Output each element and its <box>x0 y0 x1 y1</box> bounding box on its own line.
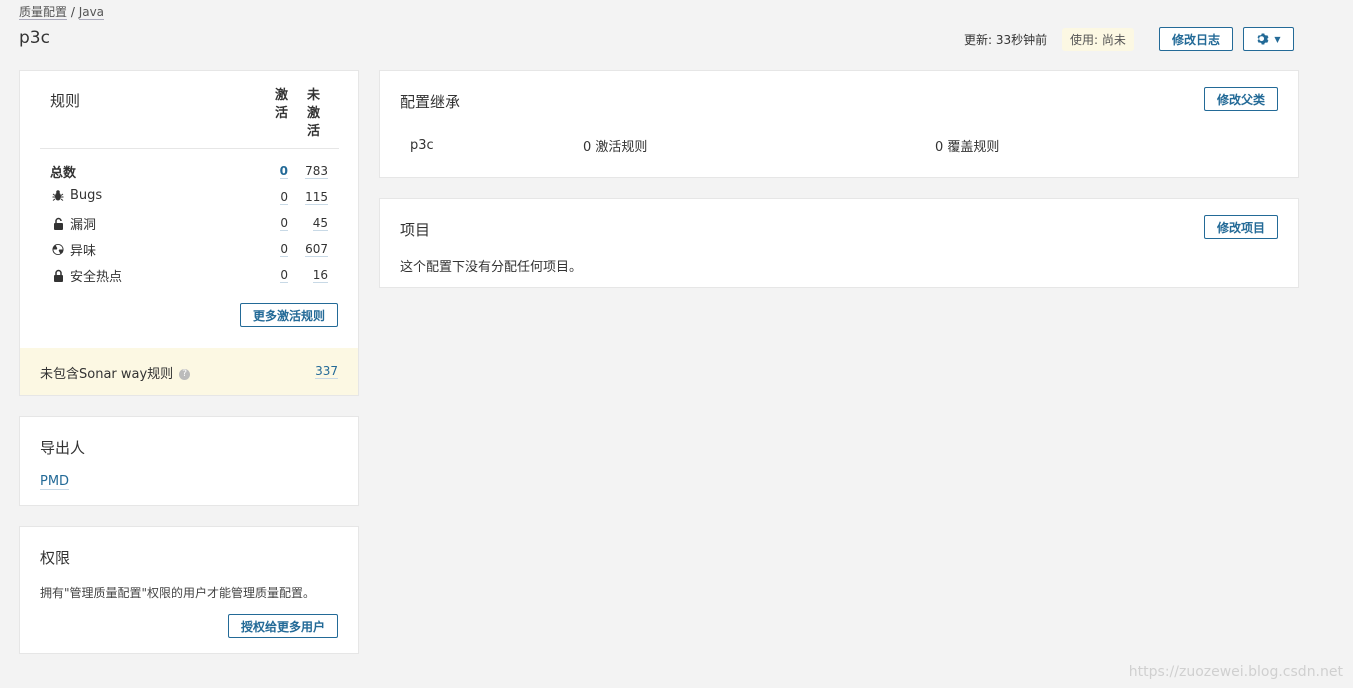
inheritance-profile-name: p3c <box>410 138 434 153</box>
column-header-inactive: 未 激 活 <box>307 88 321 139</box>
help-icon[interactable]: ? <box>179 369 191 380</box>
changelog-button[interactable]: 修改日志 <box>1159 27 1233 51</box>
change-projects-button[interactable]: 修改项目 <box>1204 215 1278 239</box>
breadcrumb: 质量配置 / Java <box>19 3 105 20</box>
inheritance-overriding-rules: 0 覆盖规则 <box>935 140 1000 155</box>
lock-icon <box>52 217 64 231</box>
breadcrumb-separator: / <box>67 5 79 19</box>
activate-more-rules-button[interactable]: 更多激活规则 <box>240 303 338 327</box>
rules-row-code-smells: 异味 <box>52 240 96 259</box>
exporters-card: 导出人 PMD <box>19 416 359 506</box>
rules-row-bugs: Bugs <box>52 188 102 203</box>
updated-text: 更新: 33秒钟前 <box>964 33 1048 47</box>
sonar-way-label: 未包含Sonar way规则 <box>40 367 174 382</box>
change-parent-button[interactable]: 修改父类 <box>1204 87 1278 111</box>
rules-row-vulnerabilities: 漏洞 <box>52 214 96 233</box>
bugs-active-count[interactable]: 0 <box>270 190 288 205</box>
bugs-inactive-count[interactable]: 115 <box>300 190 328 205</box>
watermark: https://zuozewei.blog.csdn.net <box>1128 664 1343 680</box>
rules-title: 规则 <box>50 92 81 110</box>
sonar-way-warning: 未包含Sonar way规则? 337 <box>20 348 358 395</box>
chevron-down-icon: ▼ <box>1274 34 1281 44</box>
breadcrumb-language[interactable]: Java <box>78 5 105 20</box>
inheritance-active-rules: 0 激活规则 <box>583 140 648 155</box>
rules-divider <box>40 148 339 149</box>
gear-icon <box>1257 33 1269 45</box>
projects-title: 项目 <box>400 221 431 239</box>
total-inactive-count[interactable]: 783 <box>300 164 328 179</box>
page-title: p3c <box>19 28 50 48</box>
grant-permissions-button[interactable]: 授权给更多用户 <box>228 614 338 638</box>
settings-dropdown-button[interactable]: ▼ <box>1243 27 1294 51</box>
permissions-description: 拥有"管理质量配置"权限的用户才能管理质量配置。 <box>40 586 316 600</box>
bug-icon <box>52 189 64 203</box>
exporters-title: 导出人 <box>40 439 86 457</box>
column-header-active: 激 活 <box>275 88 289 121</box>
code-smells-inactive-count[interactable]: 607 <box>300 242 328 257</box>
code-smells-active-count[interactable]: 0 <box>270 242 288 257</box>
hotspots-active-count[interactable]: 0 <box>270 268 288 283</box>
inheritance-card: 配置继承 修改父类 p3c 0 激活规则 0 覆盖规则 <box>379 70 1299 178</box>
rules-row-security-hotspots: 安全热点 <box>52 266 122 285</box>
lock-icon <box>52 269 64 283</box>
permissions-card: 权限 拥有"管理质量配置"权限的用户才能管理质量配置。 授权给更多用户 <box>19 526 359 654</box>
exporter-link-pmd[interactable]: PMD <box>40 474 70 490</box>
permissions-title: 权限 <box>40 549 71 567</box>
projects-card: 项目 修改项目 这个配置下没有分配任何项目。 <box>379 198 1299 288</box>
rules-row-total: 总数 <box>50 166 77 181</box>
total-active-count[interactable]: 0 <box>270 164 288 179</box>
vulnerabilities-inactive-count[interactable]: 45 <box>300 216 328 231</box>
sonar-way-count[interactable]: 337 <box>310 364 338 379</box>
rules-card: 规则 激 活 未 激 活 总数 0 783 Bugs 0 115 漏洞 0 45… <box>19 70 359 396</box>
radiation-icon <box>52 243 64 257</box>
projects-empty-message: 这个配置下没有分配任何项目。 <box>400 260 583 275</box>
breadcrumb-root[interactable]: 质量配置 <box>19 5 68 20</box>
hotspots-inactive-count[interactable]: 16 <box>300 268 328 283</box>
inheritance-title: 配置继承 <box>400 93 461 111</box>
vulnerabilities-active-count[interactable]: 0 <box>270 216 288 231</box>
usage-badge: 使用: 尚未 <box>1062 28 1134 51</box>
